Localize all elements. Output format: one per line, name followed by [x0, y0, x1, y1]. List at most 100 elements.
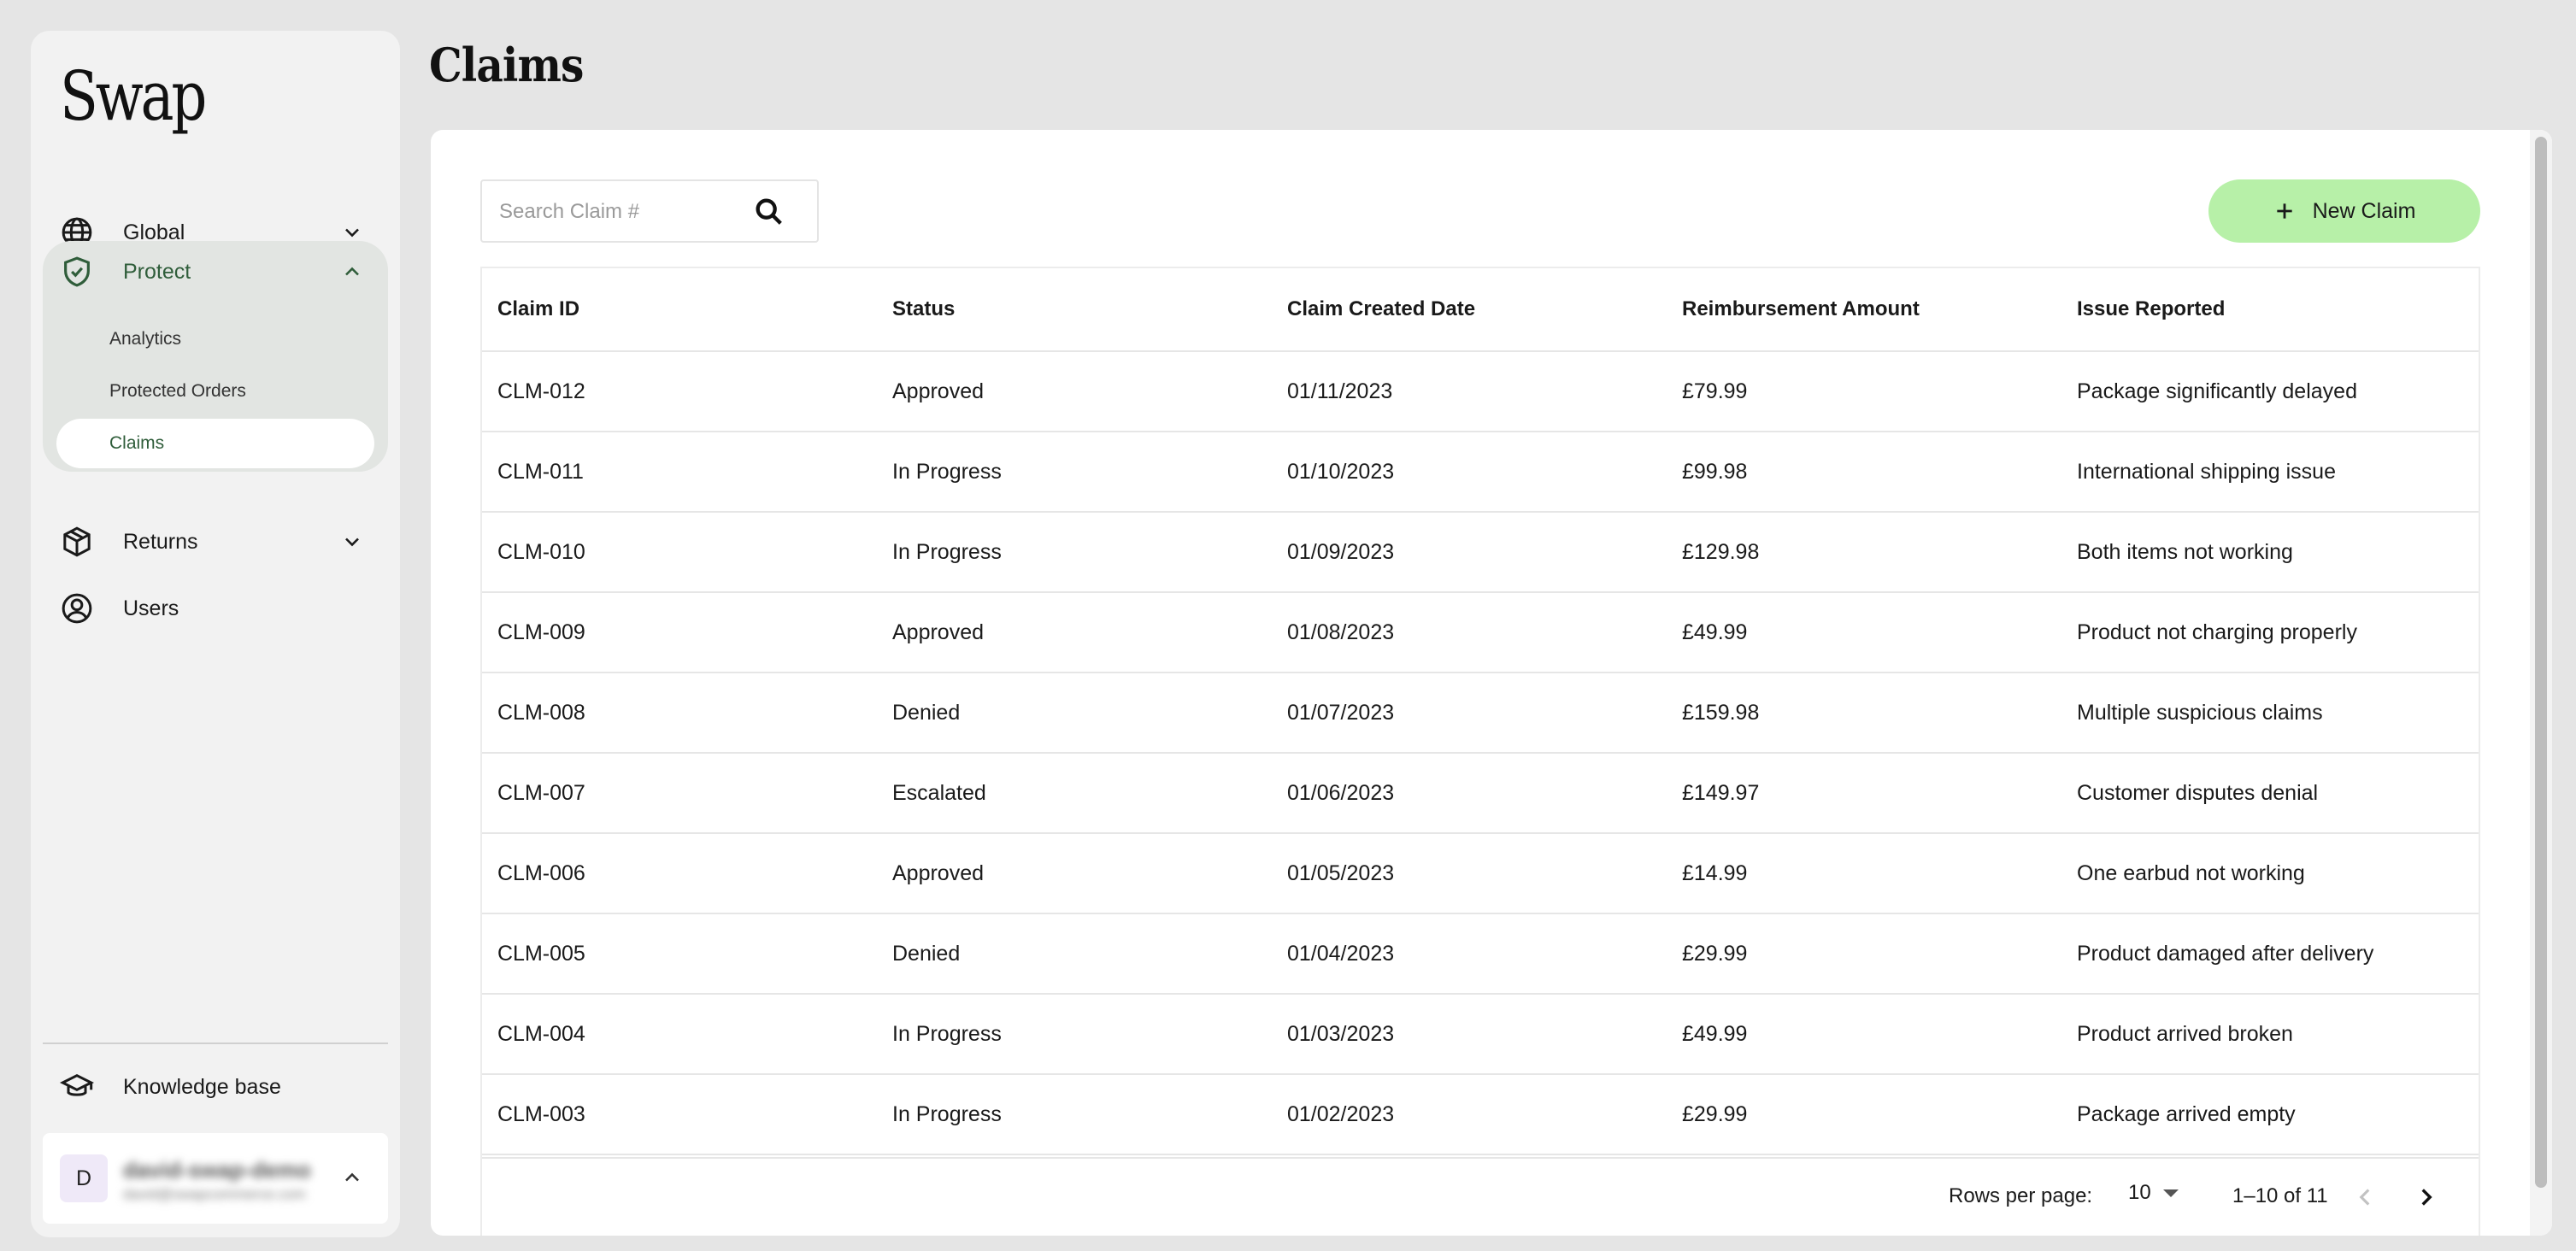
table-row[interactable]: CLM-012 Approved 01/11/2023 £79.99 Package s…	[482, 352, 2479, 432]
cell-reimbursement-amount: £29.99	[1682, 1101, 1748, 1126]
shield-check-icon	[64, 256, 90, 287]
sidebar-subitem-analytics[interactable]: Analytics	[56, 314, 374, 364]
cell-status: In Progress	[892, 1101, 1002, 1126]
table-row[interactable]: CLM-006 Approved 01/05/2023 £14.99 One earbu…	[482, 834, 2479, 914]
cell-created-date: 01/04/2023	[1287, 941, 1395, 966]
cell-issue-reported: Product damaged after delivery	[2077, 941, 2374, 966]
scrollbar-thumb[interactable]	[2535, 137, 2547, 1188]
cell-claim-id: CLM-003	[497, 1101, 585, 1126]
pagination: Rows per page: 10 1–10 of 11	[482, 1157, 2479, 1236]
brand-logo: Swap	[60, 56, 207, 136]
cell-created-date: 01/10/2023	[1287, 459, 1395, 484]
cell-status: In Progress	[892, 459, 1002, 484]
cell-status: Approved	[892, 860, 985, 885]
sidebar-item-label: Protect	[123, 259, 191, 284]
cell-issue-reported: Package arrived empty	[2077, 1101, 2296, 1126]
cell-claim-id: CLM-006	[497, 860, 585, 885]
cell-issue-reported: Product arrived broken	[2077, 1021, 2293, 1046]
sidebar-item-knowledge-base[interactable]: Knowledge base	[43, 1056, 388, 1118]
cell-created-date: 01/05/2023	[1287, 860, 1395, 885]
sidebar-item-label: Returns	[123, 529, 198, 554]
column-header-status[interactable]: Status	[892, 268, 955, 350]
user-email: david@swapcommerce.com	[123, 1186, 306, 1202]
cell-claim-id: CLM-004	[497, 1021, 585, 1046]
cell-created-date: 01/11/2023	[1287, 379, 1393, 403]
sidebar-subitem-claims[interactable]: Claims	[56, 419, 374, 468]
cell-created-date: 01/09/2023	[1287, 539, 1395, 564]
cell-claim-id: CLM-009	[497, 620, 585, 644]
cell-issue-reported: Product not charging properly	[2077, 620, 2357, 644]
sidebar-item-returns[interactable]: Returns	[43, 511, 388, 573]
sidebar-divider	[43, 1042, 388, 1044]
cell-status: Approved	[892, 379, 985, 403]
search-input[interactable]	[499, 193, 747, 231]
cell-reimbursement-amount: £99.98	[1682, 459, 1748, 484]
plus-icon	[2276, 203, 2292, 219]
search-box	[480, 179, 819, 243]
rows-per-page-value: 10	[2128, 1181, 2151, 1204]
cell-status: In Progress	[892, 539, 1002, 564]
user-card[interactable]: D david-swap-demo david@swapcommerce.com	[43, 1133, 388, 1224]
cell-status: Denied	[892, 700, 961, 725]
cell-claim-id: CLM-011	[497, 459, 584, 484]
cell-issue-reported: Multiple suspicious claims	[2077, 700, 2323, 725]
user-circle-icon	[62, 593, 92, 624]
column-header-created-date[interactable]: Claim Created Date	[1287, 268, 1475, 350]
cell-created-date: 01/08/2023	[1287, 620, 1395, 644]
table-header: Claim ID Status Claim Created Date Reimb…	[482, 268, 2479, 352]
chevron-right-icon[interactable]	[2412, 1183, 2441, 1212]
caret-down-icon	[2162, 1189, 2179, 1197]
search-icon[interactable]	[752, 195, 786, 229]
cell-claim-id: CLM-007	[497, 780, 585, 805]
protect-group: Protect Analytics Protected Orders Claim…	[43, 241, 388, 472]
sidebar-subitem-protected-orders[interactable]: Protected Orders	[56, 367, 374, 416]
column-header-claim-id[interactable]: Claim ID	[497, 268, 579, 350]
cell-reimbursement-amount: £49.99	[1682, 620, 1748, 644]
claims-table: Claim ID Status Claim Created Date Reimb…	[480, 267, 2480, 1236]
sidebar-item-protect[interactable]: Protect	[43, 241, 388, 302]
cell-reimbursement-amount: £159.98	[1682, 700, 1760, 725]
cell-issue-reported: Package significantly delayed	[2077, 379, 2357, 403]
sidebar-item-users[interactable]: Users	[43, 578, 388, 639]
avatar: D	[60, 1154, 108, 1202]
rows-per-page-label: Rows per page:	[1949, 1184, 2093, 1207]
table-row[interactable]: CLM-005 Denied 01/04/2023 £29.99 Product dam…	[482, 914, 2479, 995]
user-name: david-swap-demo	[123, 1157, 311, 1183]
new-claim-button[interactable]: New Claim	[2208, 179, 2480, 243]
sidebar: Swap Global Protect Analytics Protected …	[31, 31, 400, 1237]
cell-reimbursement-amount: £129.98	[1682, 539, 1760, 564]
table-row[interactable]: CLM-009 Approved 01/08/2023 £49.99 Product n…	[482, 593, 2479, 673]
cell-created-date: 01/06/2023	[1287, 780, 1395, 805]
cell-reimbursement-amount: £49.99	[1682, 1021, 1748, 1046]
cell-created-date: 01/03/2023	[1287, 1021, 1395, 1046]
new-claim-label: New Claim	[2312, 198, 2416, 223]
rows-per-page-select[interactable]: 10	[2128, 1181, 2179, 1205]
chevron-down-icon	[345, 537, 359, 547]
cell-claim-id: CLM-012	[497, 379, 585, 403]
cell-claim-id: CLM-005	[497, 941, 585, 966]
cell-claim-id: CLM-010	[497, 539, 585, 564]
scrollbar[interactable]	[2530, 130, 2552, 1236]
cell-issue-reported: Both items not working	[2077, 539, 2293, 564]
table-row[interactable]: CLM-004 In Progress 01/03/2023 £49.99 Produc…	[482, 995, 2479, 1075]
table-row[interactable]: CLM-003 In Progress 01/02/2023 £29.99 Packag…	[482, 1075, 2479, 1155]
chevron-left-icon[interactable]	[2350, 1183, 2379, 1212]
table-body: CLM-012 Approved 01/11/2023 £79.99 Package s…	[482, 352, 2479, 1155]
cell-reimbursement-amount: £14.99	[1682, 860, 1748, 885]
table-row[interactable]: CLM-008 Denied 01/07/2023 £159.98 Multiple s…	[482, 673, 2479, 754]
table-row[interactable]: CLM-011 In Progress 01/10/2023 £99.98 Intern…	[482, 432, 2479, 513]
cell-status: Escalated	[892, 780, 986, 805]
table-row[interactable]: CLM-007 Escalated 01/06/2023 £149.97 Custome…	[482, 754, 2479, 834]
cell-issue-reported: Customer disputes denial	[2077, 780, 2319, 805]
cell-claim-id: CLM-008	[497, 700, 585, 725]
graduation-cap-icon	[60, 1073, 94, 1096]
cell-issue-reported: International shipping issue	[2077, 459, 2336, 484]
cell-status: In Progress	[892, 1021, 1002, 1046]
chevron-up-icon[interactable]	[340, 1166, 364, 1189]
column-header-reimbursement[interactable]: Reimbursement Amount	[1682, 268, 1920, 350]
cell-reimbursement-amount: £79.99	[1682, 379, 1748, 403]
table-row[interactable]: CLM-010 In Progress 01/09/2023 £129.98 Both …	[482, 513, 2479, 593]
column-header-issue[interactable]: Issue Reported	[2077, 268, 2225, 350]
sidebar-item-label: Knowledge base	[123, 1074, 281, 1099]
cell-created-date: 01/02/2023	[1287, 1101, 1395, 1126]
